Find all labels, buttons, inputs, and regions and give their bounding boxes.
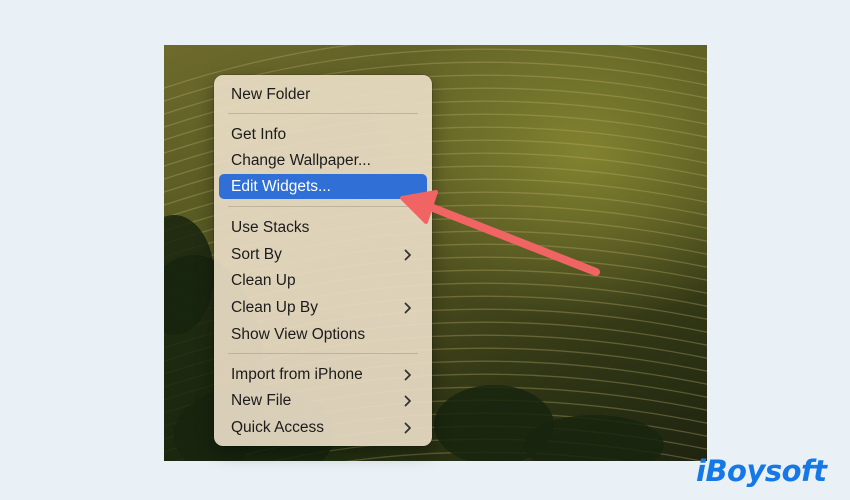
iboysoft-logo: iBoysoft [696, 454, 827, 488]
pointer-arrow-icon [400, 190, 600, 276]
